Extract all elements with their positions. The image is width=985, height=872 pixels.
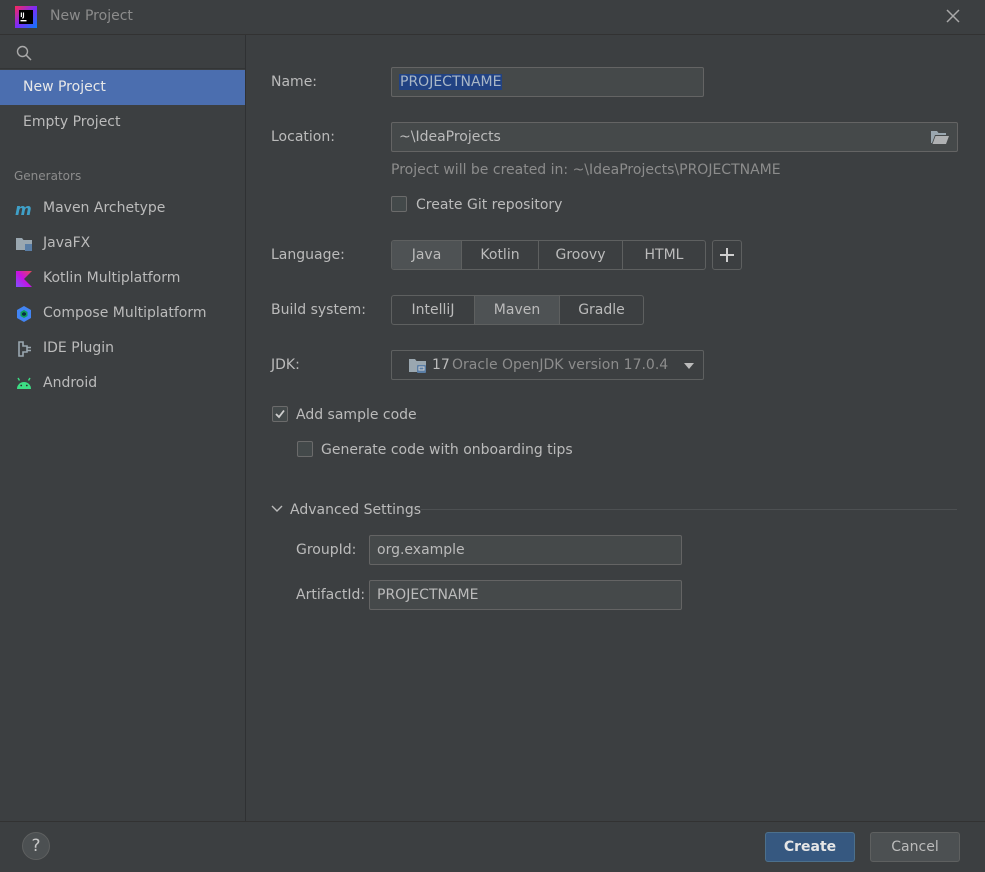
language-option-kotlin[interactable]: Kotlin <box>462 241 539 269</box>
advanced-settings-toggle[interactable]: Advanced Settings <box>290 502 421 518</box>
sidebar-item-empty-project[interactable]: Empty Project <box>0 105 245 140</box>
generator-item-ide-plugin[interactable]: IDE Plugin <box>0 331 245 366</box>
generator-item-compose-multiplatform[interactable]: Compose Multiplatform <box>0 296 245 331</box>
location-label: Location: <box>271 129 335 145</box>
groupid-value: org.example <box>377 542 465 558</box>
checkmark-icon <box>275 409 285 419</box>
close-icon[interactable] <box>943 6 963 26</box>
project-settings-panel: Name: PROJECTNAME Location: ~\IdeaProjec… <box>246 35 985 821</box>
onboarding-label: Generate code with onboarding tips <box>321 442 573 458</box>
build-system-selector: IntelliJ Maven Gradle <box>391 295 644 325</box>
window-title: New Project <box>50 8 133 24</box>
build-option-intellij[interactable]: IntelliJ <box>392 296 475 324</box>
cancel-button[interactable]: Cancel <box>870 832 960 862</box>
sidebar-item-label: New Project <box>23 79 106 95</box>
intellij-idea-icon: IJ <box>15 6 37 28</box>
name-label: Name: <box>271 74 318 90</box>
git-checkbox[interactable] <box>391 196 407 212</box>
generator-label: Android <box>43 375 98 391</box>
android-icon <box>17 377 31 389</box>
add-language-button[interactable] <box>712 240 742 270</box>
language-option-html[interactable]: HTML <box>623 241 705 269</box>
generator-item-kotlin-multiplatform[interactable]: Kotlin Multiplatform <box>0 261 245 296</box>
build-system-label: Build system: <box>271 302 366 318</box>
sample-code-checkbox[interactable] <box>272 406 288 422</box>
generator-label: Maven Archetype <box>43 200 166 216</box>
kotlin-icon <box>16 271 32 287</box>
search-input[interactable] <box>40 39 239 65</box>
generator-item-android[interactable]: Android <box>0 366 245 401</box>
advanced-settings-divider <box>421 509 957 510</box>
language-option-java[interactable]: Java <box>392 241 462 269</box>
jdk-version: 17 <box>432 357 450 373</box>
generator-label: IDE Plugin <box>43 340 115 356</box>
name-field[interactable]: PROJECTNAME <box>391 67 704 97</box>
location-value: ~\IdeaProjects <box>399 129 501 145</box>
dialog-footer: ? Create Cancel <box>0 821 985 872</box>
chevron-down-icon[interactable] <box>271 504 283 514</box>
title-bar: IJ New Project <box>0 0 985 35</box>
jdk-dropdown[interactable]: 17 Oracle OpenJDK version 17.0.4 <box>391 350 704 380</box>
generator-item-maven-archetype[interactable]: m Maven Archetype <box>0 191 245 226</box>
groupid-label: GroupId: <box>296 542 357 558</box>
language-label: Language: <box>271 247 345 263</box>
language-option-groovy[interactable]: Groovy <box>539 241 623 269</box>
create-button[interactable]: Create <box>765 832 855 862</box>
sidebar-item-new-project[interactable]: New Project <box>0 70 245 105</box>
onboarding-checkbox[interactable] <box>297 441 313 457</box>
search-bar <box>0 35 245 69</box>
search-icon <box>16 45 32 61</box>
help-button[interactable]: ? <box>22 832 50 860</box>
artifactid-field[interactable]: PROJECTNAME <box>369 580 682 610</box>
svg-text:m: m <box>15 200 32 218</box>
folder-open-icon[interactable] <box>930 129 950 145</box>
sample-code-label: Add sample code <box>296 407 417 423</box>
location-hint: Project will be created in: ~\IdeaProjec… <box>391 162 781 178</box>
sidebar: New Project Empty Project Generators m M… <box>0 35 246 821</box>
git-label: Create Git repository <box>416 197 563 213</box>
artifactid-label: ArtifactId: <box>296 587 366 603</box>
language-selector: Java Kotlin Groovy HTML <box>391 240 706 270</box>
groupid-field[interactable]: org.example <box>369 535 682 565</box>
plugin-icon <box>18 341 31 357</box>
sidebar-item-label: Empty Project <box>23 114 121 130</box>
generator-label: JavaFX <box>43 235 91 251</box>
location-field[interactable]: ~\IdeaProjects <box>391 122 958 152</box>
artifactid-value: PROJECTNAME <box>377 587 479 603</box>
javafx-icon <box>16 238 32 251</box>
generator-item-javafx[interactable]: JavaFX <box>0 226 245 261</box>
compose-icon <box>17 306 31 322</box>
name-value: PROJECTNAME <box>399 74 503 90</box>
jdk-label: JDK: <box>271 357 300 373</box>
generator-label: Kotlin Multiplatform <box>43 270 181 286</box>
generator-label: Compose Multiplatform <box>43 305 207 321</box>
jdk-folder-icon <box>409 359 426 373</box>
jdk-name: Oracle OpenJDK version 17.0.4 <box>452 357 669 373</box>
build-option-maven[interactable]: Maven <box>475 296 560 324</box>
chevron-down-icon <box>684 363 694 369</box>
svg-text:IJ: IJ <box>20 12 24 19</box>
maven-icon: m <box>15 200 32 218</box>
build-option-gradle[interactable]: Gradle <box>560 296 643 324</box>
generators-header: Generators <box>14 169 82 183</box>
plus-icon <box>720 248 734 262</box>
